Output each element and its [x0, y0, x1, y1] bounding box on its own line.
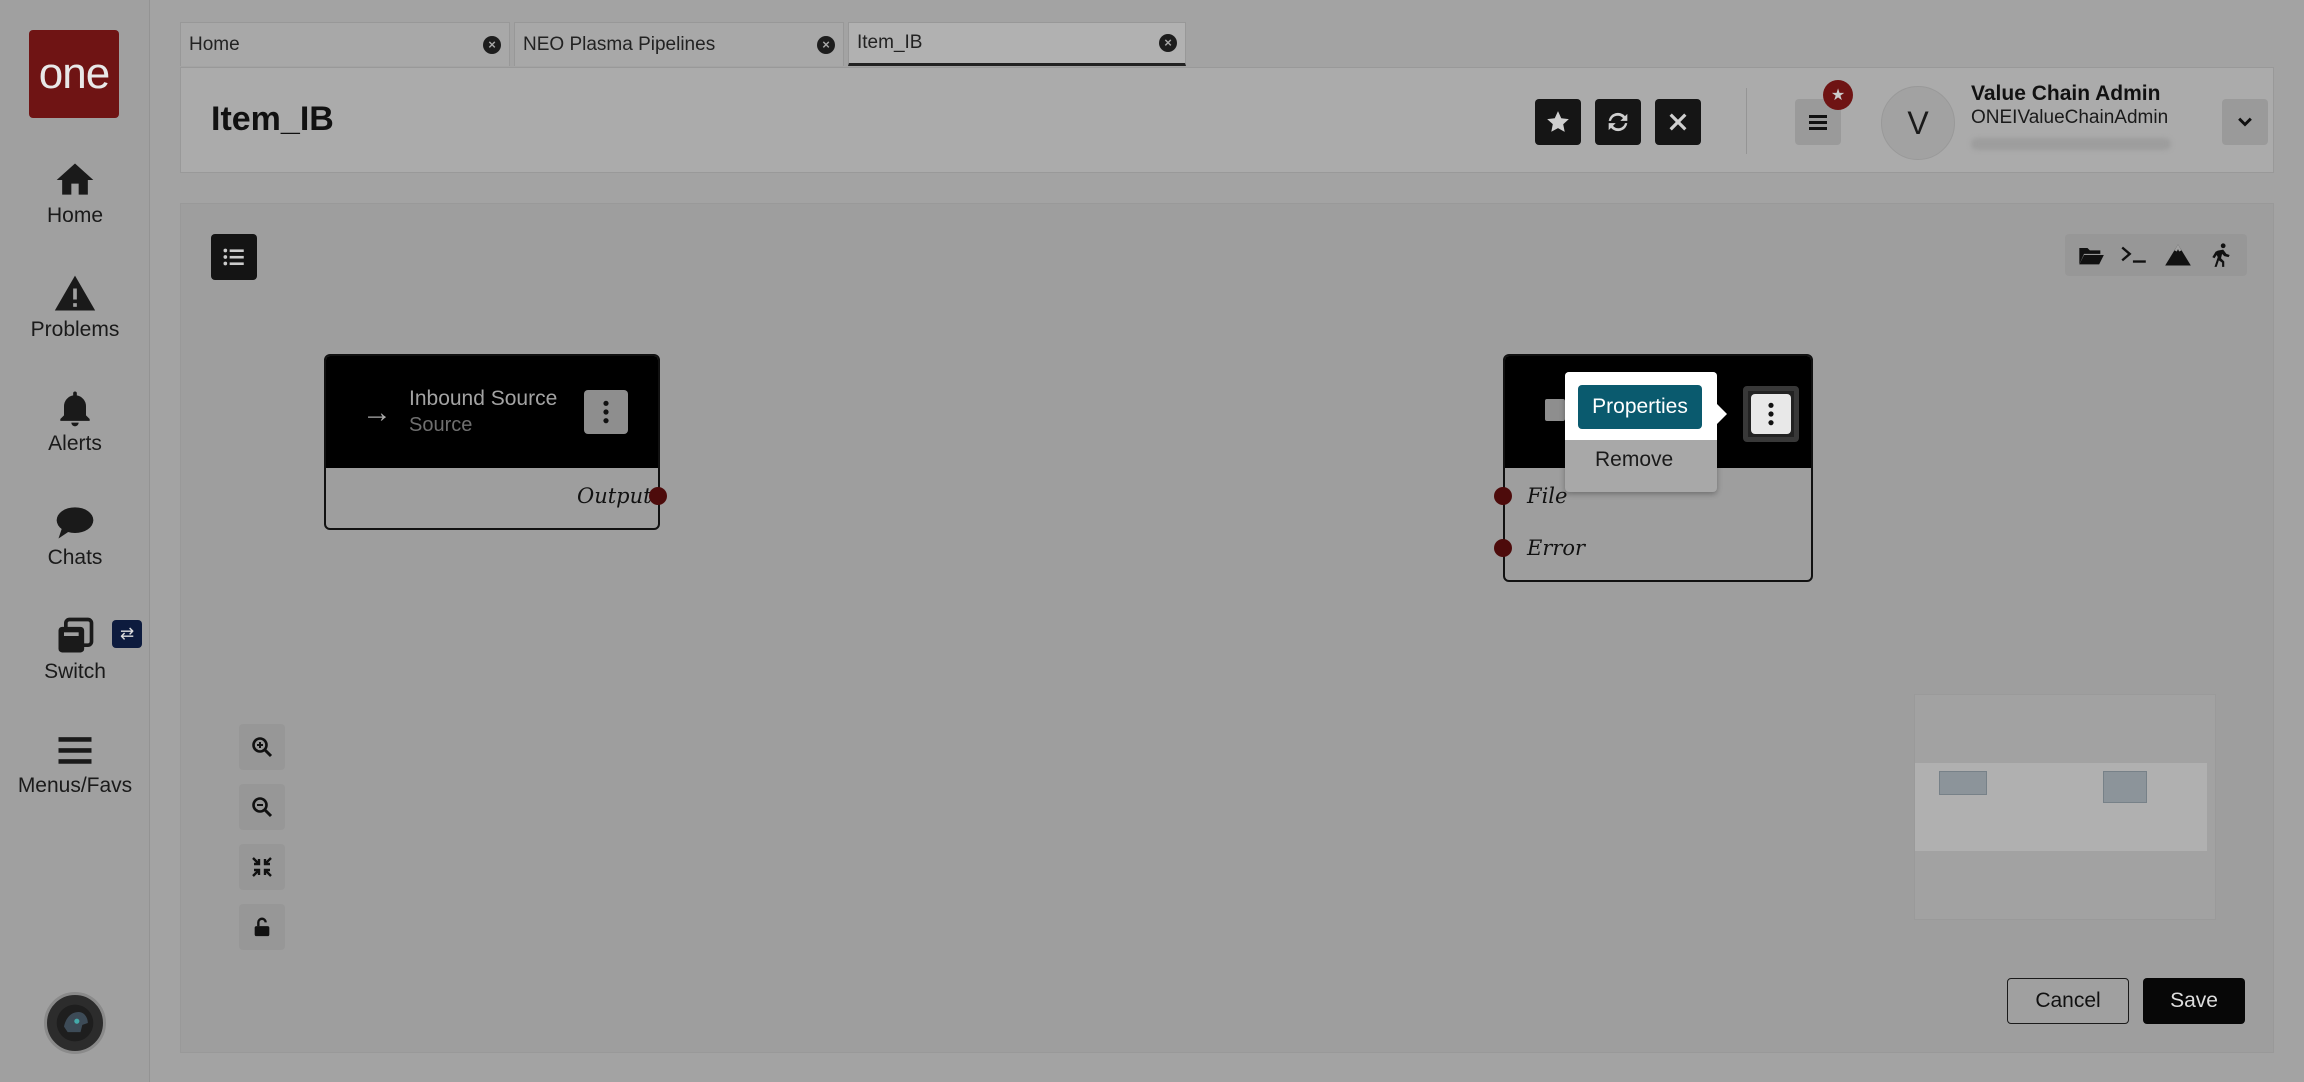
- warning-icon: [54, 275, 96, 311]
- zoom-out-button[interactable]: [239, 784, 285, 830]
- minimap-node: [2103, 771, 2147, 803]
- user-detail-redacted: [1971, 138, 2171, 150]
- close-tab-icon[interactable]: ×: [1159, 34, 1177, 52]
- favorites-badge-icon[interactable]: ★: [1823, 80, 1853, 110]
- node-menu-button[interactable]: [584, 390, 628, 434]
- sidebar-item-chats[interactable]: Chats: [0, 500, 150, 570]
- output-port-label: Output: [577, 484, 652, 508]
- node-header: → Inbound Source Source: [326, 356, 658, 468]
- user-name: Value Chain Admin: [1971, 82, 2161, 105]
- tab-home[interactable]: Home ×: [180, 22, 510, 66]
- error-port[interactable]: [1494, 539, 1512, 557]
- list-icon: [223, 248, 244, 266]
- open-folder-button[interactable]: [2070, 234, 2112, 276]
- node-list-button[interactable]: [211, 234, 257, 280]
- user-menu-dropdown[interactable]: [2222, 99, 2268, 145]
- output-port[interactable]: [649, 487, 667, 505]
- arrow-right-icon: →: [362, 396, 392, 429]
- minimap-node: [1939, 771, 1987, 795]
- refresh-button[interactable]: [1595, 99, 1641, 145]
- refresh-icon: [1608, 112, 1628, 132]
- switch-badge-icon[interactable]: ⇄: [112, 620, 142, 648]
- kebab-icon: [603, 400, 609, 424]
- favorite-button[interactable]: [1535, 99, 1581, 145]
- inbound-source-node[interactable]: → Inbound Source Source Output: [324, 354, 667, 530]
- zoom-in-button[interactable]: [239, 724, 285, 770]
- page-title: Item_IB: [211, 100, 334, 138]
- sidebar-item-menus-favs[interactable]: Menus/Favs: [0, 728, 150, 798]
- bell-icon: [60, 391, 90, 427]
- kebab-icon: [1768, 402, 1774, 426]
- node-menu-button-active[interactable]: [1743, 386, 1799, 442]
- fit-view-button[interactable]: [239, 844, 285, 890]
- zoom-in-icon: [252, 737, 273, 758]
- terminal-icon: [2121, 246, 2147, 263]
- sidebar-item-problems[interactable]: Problems: [0, 272, 150, 342]
- node-type-icon: [1545, 399, 1565, 421]
- mountain-icon: [2164, 244, 2191, 266]
- file-port-label: File: [1527, 484, 1568, 508]
- run-button[interactable]: [2200, 234, 2242, 276]
- cancel-button[interactable]: Cancel: [2007, 978, 2129, 1024]
- switch-icon: [58, 617, 94, 653]
- assistant-face-icon: [56, 1004, 94, 1042]
- remove-menu-item[interactable]: Remove: [1595, 448, 1673, 472]
- folder-open-icon: [2079, 248, 2104, 265]
- header-divider: [1746, 88, 1747, 154]
- chevron-down-icon: [2238, 117, 2252, 127]
- running-icon: [2212, 243, 2230, 267]
- app-logo[interactable]: one: [29, 30, 119, 118]
- compress-icon: [252, 857, 272, 877]
- error-port-label: Error: [1527, 536, 1586, 560]
- sidebar-item-alerts[interactable]: Alerts: [0, 386, 150, 456]
- page-header: Item_IB ★ V Value Chain Admin ONEIValueC…: [180, 67, 2274, 173]
- node-subtitle: Source: [409, 414, 473, 436]
- tab-item-ib[interactable]: Item_IB ×: [848, 22, 1186, 66]
- file-port[interactable]: [1494, 487, 1512, 505]
- assistant-avatar[interactable]: [44, 992, 106, 1054]
- menu-icon: [58, 737, 92, 764]
- close-page-button[interactable]: [1655, 99, 1701, 145]
- node-title: Inbound Source: [409, 387, 558, 410]
- canvas-toolbar: [2065, 234, 2247, 276]
- close-tab-icon[interactable]: ×: [483, 35, 501, 54]
- context-menu-caret: [1717, 404, 1727, 424]
- sidebar-item-home[interactable]: Home: [0, 158, 150, 228]
- home-icon: [56, 163, 94, 195]
- chat-icon: [56, 507, 94, 539]
- canvas-minimap[interactable]: [1914, 694, 2216, 920]
- tab-bar: Home × NEO Plasma Pipelines × Item_IB ×: [180, 22, 1186, 68]
- lock-toggle-button[interactable]: [239, 904, 285, 950]
- pipeline-canvas[interactable]: → Inbound Source Source Output File Erro…: [180, 203, 2274, 1053]
- mountain-button[interactable]: [2157, 234, 2199, 276]
- save-button[interactable]: Save: [2143, 978, 2245, 1024]
- left-sidebar: one Home Problems Alerts Chats Switch ⇄ …: [0, 0, 150, 1082]
- tab-neo-plasma-pipelines[interactable]: NEO Plasma Pipelines ×: [514, 22, 844, 66]
- node-context-menu: Properties Remove: [1565, 372, 1717, 492]
- properties-menu-item[interactable]: Properties: [1578, 385, 1702, 429]
- user-id: ONEIValueChainAdmin: [1971, 107, 2169, 128]
- console-button[interactable]: [2113, 234, 2155, 276]
- zoom-out-icon: [252, 797, 273, 818]
- unlock-icon: [254, 917, 270, 937]
- close-icon: [1669, 113, 1687, 131]
- close-tab-icon[interactable]: ×: [817, 35, 835, 54]
- kebab-icon-wrap: [1751, 394, 1791, 434]
- list-menu-icon: [1809, 115, 1827, 130]
- star-icon: [1547, 111, 1569, 132]
- user-avatar[interactable]: V: [1881, 86, 1955, 160]
